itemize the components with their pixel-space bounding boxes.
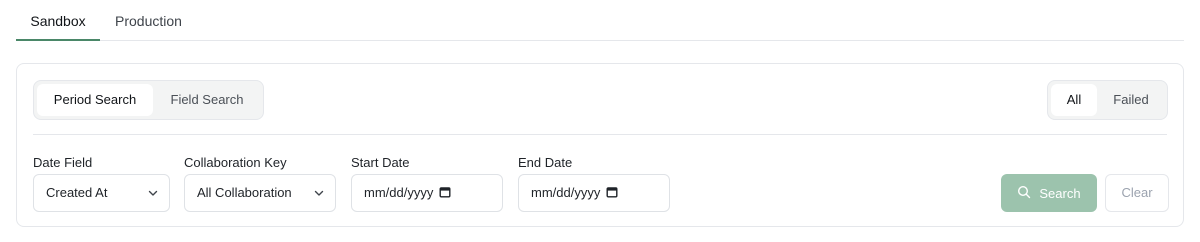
date-field-label: Date Field [33,155,93,170]
collaboration-key-label: Collaboration Key [184,155,287,170]
status-filter-toggle: All Failed [1047,80,1168,120]
environment-tabs: Sandbox Production [16,0,1184,41]
date-field-value: Created At [46,185,108,200]
search-mode-toggle: Period Search Field Search [33,80,264,120]
filter-failed-button[interactable]: Failed [1099,84,1163,116]
collaboration-key-value: All Collaboration [197,185,292,200]
end-date-input[interactable]: mm/dd/yyyy [518,174,670,212]
chevron-down-icon [313,175,325,211]
search-panel: Period Search Field Search All Failed Da… [16,63,1184,227]
clear-button[interactable]: Clear [1105,174,1169,212]
end-date-value: mm/dd/yyyy [531,185,601,200]
search-button[interactable]: Search [1001,174,1097,212]
start-date-label: Start Date [351,155,410,170]
tab-sandbox[interactable]: Sandbox [16,0,100,41]
end-date-label: End Date [518,155,573,170]
start-date-value: mm/dd/yyyy [364,185,434,200]
field-search-button[interactable]: Field Search [155,84,259,116]
period-search-button[interactable]: Period Search [37,84,153,116]
date-field-select[interactable]: Created At [33,174,170,212]
calendar-icon[interactable] [439,176,451,212]
start-date-input[interactable]: mm/dd/yyyy [351,174,503,212]
search-button-label: Search [1039,185,1081,201]
collaboration-key-select[interactable]: All Collaboration [184,174,336,212]
calendar-icon[interactable] [606,176,618,212]
filter-all-button[interactable]: All [1051,84,1097,116]
chevron-down-icon [147,175,159,211]
search-icon [1017,185,1031,202]
divider [33,134,1167,135]
tab-production[interactable]: Production [115,0,182,40]
